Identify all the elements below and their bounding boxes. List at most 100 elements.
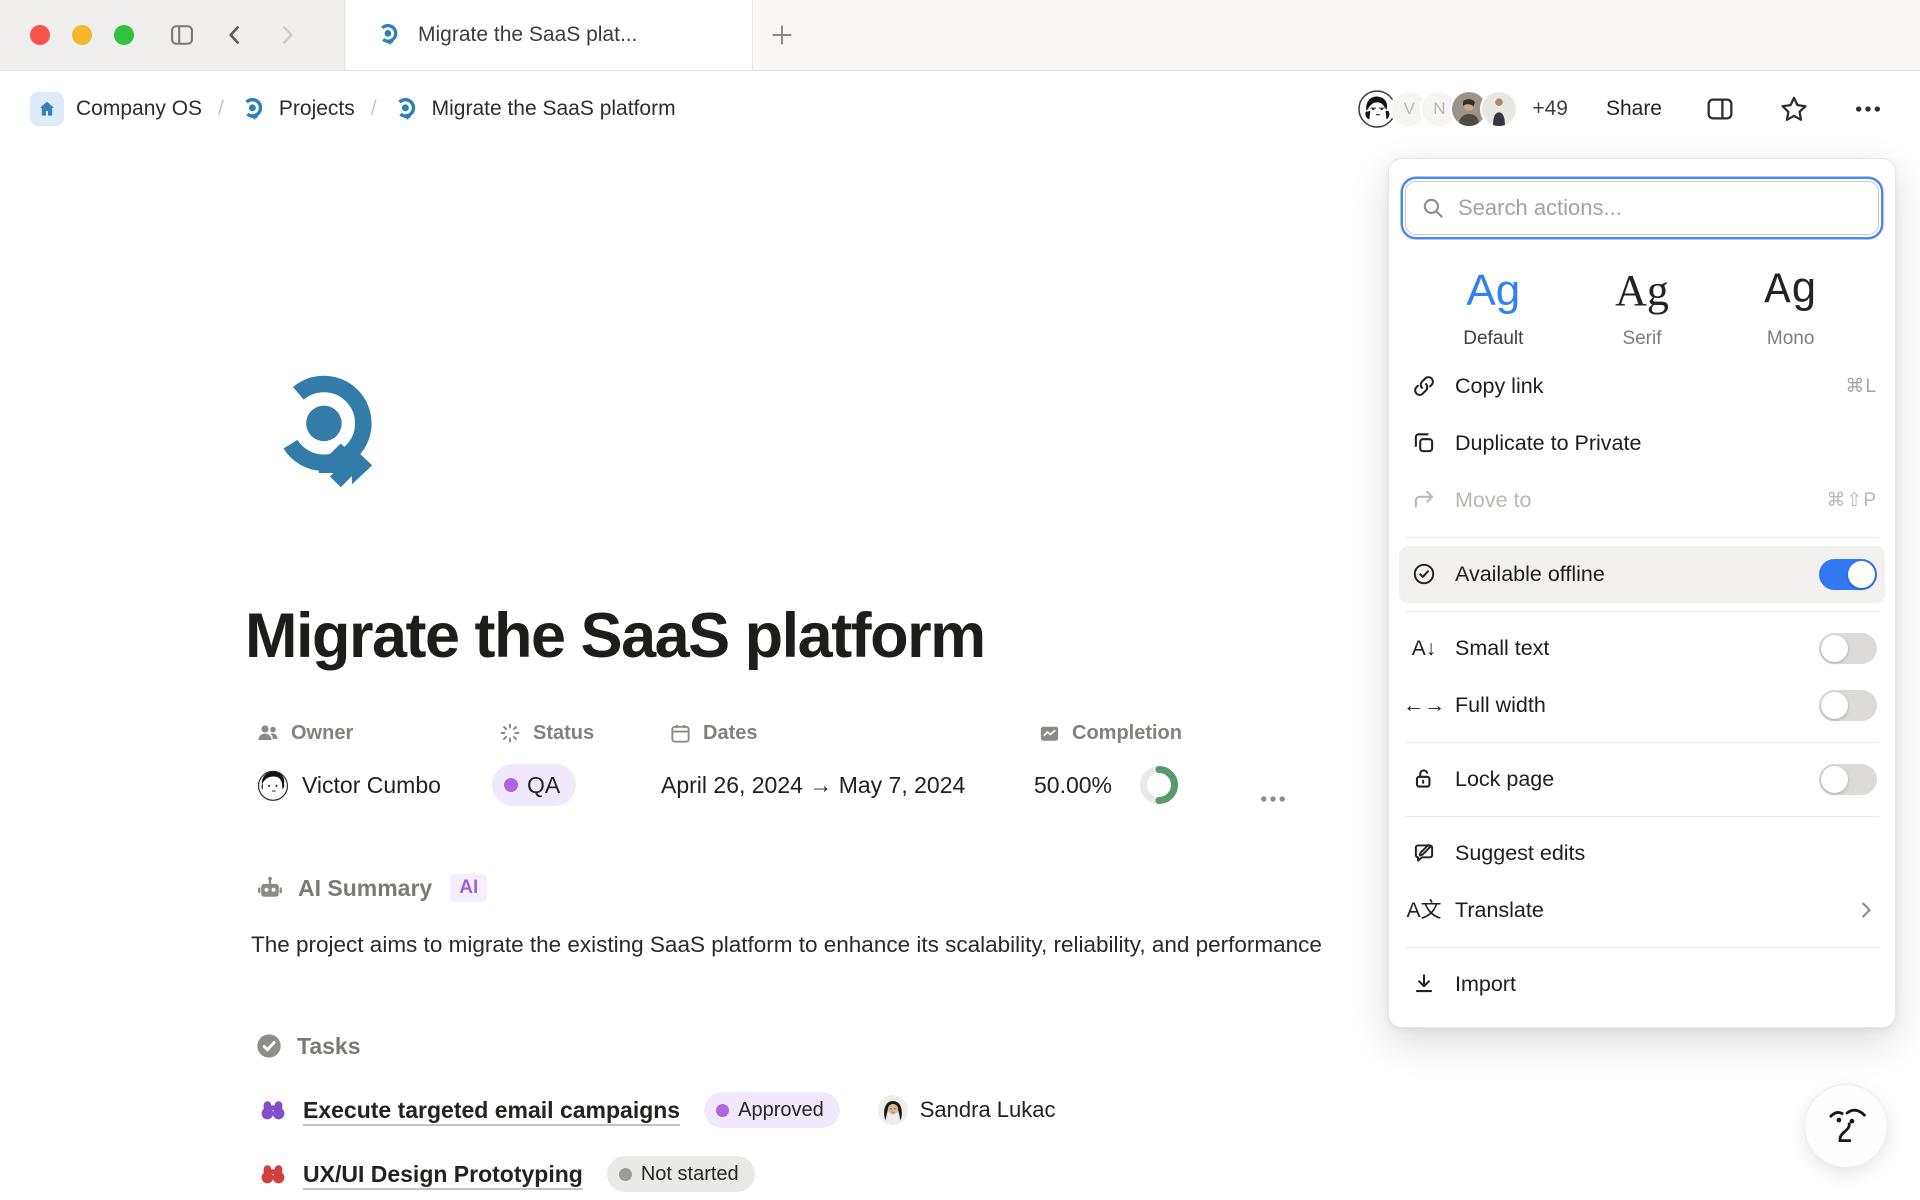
forward-icon[interactable]	[274, 22, 300, 48]
breadcrumb-current-page[interactable]: Migrate the SaaS platform	[393, 96, 676, 123]
ai-summary-label: AI Summary	[298, 875, 432, 902]
menu-item-available-offline[interactable]: Available offline	[1399, 546, 1885, 603]
property-more-icon[interactable]	[1256, 782, 1290, 816]
dates-text: April 26, 2024 → May 7, 2024	[661, 772, 965, 799]
close-window-button[interactable]	[30, 25, 50, 45]
menu-item-label: Small text	[1455, 636, 1819, 661]
tasks-label: Tasks	[297, 1033, 361, 1060]
back-icon[interactable]	[222, 22, 248, 48]
collaborator-avatars[interactable]: V N	[1356, 88, 1518, 130]
task-assignee[interactable]: Sandra Lukac	[878, 1095, 1056, 1125]
font-name: Default	[1428, 328, 1558, 350]
task-status-pill[interactable]: Approved	[704, 1092, 840, 1128]
menu-item-move-to[interactable]: Move to ⌘⇧P	[1389, 472, 1895, 529]
small-text-icon: A↓	[1409, 638, 1439, 659]
completion-percent-text: 50.00%	[1034, 772, 1112, 799]
toggle-sidebar-icon[interactable]	[168, 21, 196, 49]
breadcrumb-separator: /	[216, 97, 226, 121]
property-owner-value[interactable]: Victor Cumbo	[256, 764, 441, 806]
new-tab-button[interactable]	[766, 19, 798, 51]
page-title[interactable]: Migrate the SaaS platform	[245, 600, 985, 672]
task-row: Execute targeted email campaigns Approve…	[259, 1088, 1056, 1132]
menu-item-import[interactable]: Import	[1389, 956, 1895, 1013]
available-offline-toggle[interactable]	[1819, 559, 1877, 590]
breadcrumb: Company OS / Projects /	[30, 92, 676, 126]
property-status: Status QA	[492, 718, 594, 806]
breadcrumb-label: Migrate the SaaS platform	[432, 97, 676, 121]
robot-icon	[256, 874, 284, 902]
full-width-toggle[interactable]	[1819, 690, 1877, 721]
lock-page-toggle[interactable]	[1819, 764, 1877, 795]
menu-divider	[1405, 611, 1879, 612]
breadcrumb-separator: /	[369, 97, 379, 121]
browser-tab[interactable]: Migrate the SaaS plat...	[346, 0, 753, 70]
property-dates-label[interactable]: Dates	[661, 718, 965, 748]
menu-item-lock-page[interactable]: Lock page	[1389, 751, 1895, 808]
property-status-value[interactable]: QA	[492, 764, 594, 806]
menu-item-copy-link[interactable]: Copy link ⌘L	[1389, 358, 1895, 415]
menu-item-label: Duplicate to Private	[1455, 431, 1877, 456]
full-width-icon: ←→	[1409, 695, 1439, 716]
property-status-label[interactable]: Status	[492, 718, 594, 748]
menu-item-label: Translate	[1455, 898, 1855, 923]
menu-item-full-width[interactable]: ←→ Full width	[1389, 677, 1895, 734]
calendar-icon	[669, 722, 692, 745]
assignee-avatar	[878, 1095, 908, 1125]
menu-item-label: Move to	[1455, 488, 1826, 513]
menu-item-translate[interactable]: A文 Translate	[1389, 882, 1895, 939]
font-sample: Ag	[1577, 265, 1707, 318]
task-row: UX/UI Design Prototyping Not started	[259, 1152, 755, 1196]
property-owner-label[interactable]: Owner	[256, 718, 441, 748]
small-text-toggle[interactable]	[1819, 633, 1877, 664]
menu-item-duplicate-to-private[interactable]: Duplicate to Private	[1389, 415, 1895, 472]
ai-badge: AI	[450, 874, 487, 902]
font-option-serif[interactable]: Ag Serif	[1577, 265, 1707, 350]
spinner-icon	[498, 721, 522, 745]
property-completion-label[interactable]: Completion	[1034, 718, 1182, 748]
avatar	[1480, 90, 1518, 128]
task-status-text: Approved	[738, 1099, 824, 1122]
minimize-window-button[interactable]	[72, 25, 92, 45]
chart-icon	[1038, 722, 1061, 745]
titlebar: Migrate the SaaS plat...	[0, 0, 1920, 71]
font-option-default[interactable]: Ag Default	[1428, 265, 1558, 350]
menu-divider	[1405, 537, 1879, 538]
translate-icon: A文	[1409, 900, 1439, 921]
property-completion-value[interactable]: 50.00%	[1034, 764, 1182, 806]
ai-summary-text[interactable]: The project aims to migrate the existing…	[251, 932, 1401, 958]
project-icon	[393, 96, 420, 123]
menu-item-label: Lock page	[1455, 767, 1819, 792]
share-button[interactable]: Share	[1606, 97, 1662, 121]
property-dates-value[interactable]: April 26, 2024 → May 7, 2024	[661, 764, 965, 806]
font-sample: Ag	[1428, 265, 1558, 318]
assistant-face-button[interactable]	[1804, 1084, 1888, 1168]
property-label-text: Owner	[291, 722, 353, 745]
home-icon	[30, 92, 64, 126]
page-header: Company OS / Projects /	[0, 72, 1920, 146]
task-status-pill[interactable]: Not started	[607, 1156, 755, 1192]
collaborator-overflow-count[interactable]: +49	[1532, 97, 1568, 121]
font-option-mono[interactable]: Ag Mono	[1726, 265, 1856, 350]
breadcrumb-home[interactable]: Company OS	[30, 92, 202, 126]
menu-item-suggest-edits[interactable]: Suggest edits	[1389, 825, 1895, 882]
lock-open-icon	[1409, 766, 1439, 792]
task-title-link[interactable]: Execute targeted email campaigns	[303, 1097, 680, 1124]
more-options-icon[interactable]	[1852, 93, 1884, 125]
property-completion: Completion 50.00%	[1034, 718, 1182, 806]
breadcrumb-projects[interactable]: Projects	[240, 96, 355, 123]
menu-item-shortcut: ⌘⇧P	[1826, 489, 1877, 512]
task-title-link[interactable]: UX/UI Design Prototyping	[303, 1161, 583, 1188]
page-icon-large[interactable]	[268, 370, 390, 492]
favorite-star-icon[interactable]	[1778, 93, 1810, 125]
status-dot	[504, 778, 518, 792]
open-side-panel-icon[interactable]	[1704, 93, 1736, 125]
font-sample: Ag	[1726, 265, 1856, 318]
property-label-text: Completion	[1072, 722, 1182, 745]
window-controls	[30, 25, 134, 45]
menu-item-label: Full width	[1455, 693, 1819, 718]
menu-item-label: Import	[1455, 972, 1877, 997]
search-actions-input[interactable]	[1405, 181, 1879, 235]
maximize-window-button[interactable]	[114, 25, 134, 45]
doodle-face-icon	[1820, 1100, 1872, 1152]
menu-item-small-text[interactable]: A↓ Small text	[1389, 620, 1895, 677]
